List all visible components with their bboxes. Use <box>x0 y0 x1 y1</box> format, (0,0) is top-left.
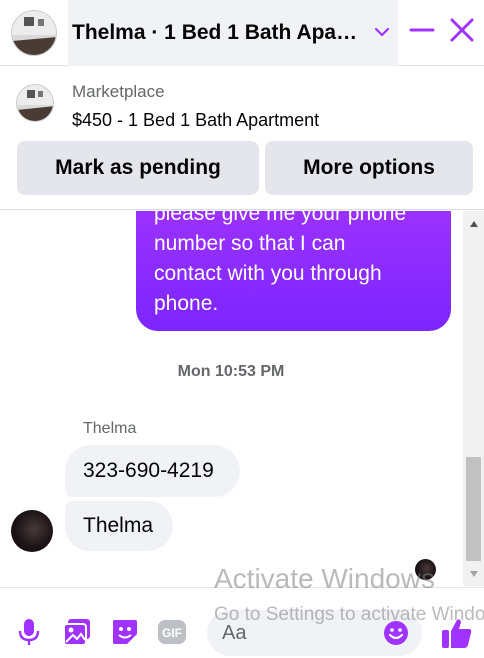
voice-clip-button[interactable] <box>15 618 43 646</box>
marketplace-label: Marketplace <box>72 82 165 101</box>
sticker-icon <box>113 620 137 644</box>
listing-avatar[interactable] <box>0 0 68 66</box>
minimize-icon <box>409 17 435 48</box>
more-options-button[interactable]: More options <box>265 141 473 195</box>
close-button[interactable] <box>446 16 478 48</box>
listing-image[interactable] <box>16 84 54 122</box>
conversation-title: Thelma · 1 Bed 1 Bath Apar… <box>72 21 364 44</box>
message-line: contact with you through <box>154 262 382 285</box>
incoming-message[interactable]: Thelma <box>65 501 173 551</box>
message-timestamp: Mon 10:53 PM <box>177 363 285 380</box>
scroll-down-button[interactable] <box>463 566 484 582</box>
sticker-button[interactable] <box>111 618 139 646</box>
activate-windows-subtext: Go to Settings to activate Windows. <box>214 604 484 625</box>
marketplace-panel: Marketplace $450 - 1 Bed 1 Bath Apartmen… <box>0 68 484 210</box>
activate-windows-watermark: Activate Windows <box>214 563 435 594</box>
message-text: 323-690-4219 <box>83 459 214 482</box>
mark-as-pending-button[interactable]: Mark as pending <box>17 141 259 195</box>
conversation-title-button[interactable]: Thelma · 1 Bed 1 Bath Apar… <box>68 0 398 66</box>
chat-header: Thelma · 1 Bed 1 Bath Apar… <box>0 0 484 66</box>
message-line: please give me your phone <box>154 211 407 225</box>
chevron-down-icon <box>372 22 392 42</box>
sender-avatar[interactable] <box>11 510 53 552</box>
message-line: phone. <box>154 292 219 315</box>
sender-name: Thelma <box>83 420 137 437</box>
attach-photo-button[interactable] <box>63 618 91 646</box>
gif-button[interactable]: GIF <box>158 618 186 646</box>
message-line: number so that I can <box>154 232 346 255</box>
listing-thumbnail <box>11 9 57 56</box>
gif-icon: GIF <box>158 620 186 644</box>
scroll-up-button[interactable] <box>463 216 484 232</box>
gif-label: GIF <box>162 626 182 640</box>
message-text: Thelma <box>83 514 154 537</box>
mic-icon <box>18 619 40 645</box>
arrow-down-icon <box>469 571 478 577</box>
arrow-up-icon <box>469 221 478 227</box>
message-list[interactable]: please give me your phone number so that… <box>0 211 462 586</box>
minimize-button[interactable] <box>406 16 438 48</box>
photo-icon <box>63 619 90 646</box>
outgoing-message[interactable]: please give me your phone number so that… <box>136 211 451 331</box>
chat-scrollbar[interactable] <box>463 211 484 586</box>
close-icon <box>449 17 475 48</box>
listing-title[interactable]: $450 - 1 Bed 1 Bath Apartment <box>72 110 319 131</box>
scroll-thumb[interactable] <box>466 457 481 561</box>
incoming-message[interactable]: 323-690-4219 <box>65 445 240 497</box>
